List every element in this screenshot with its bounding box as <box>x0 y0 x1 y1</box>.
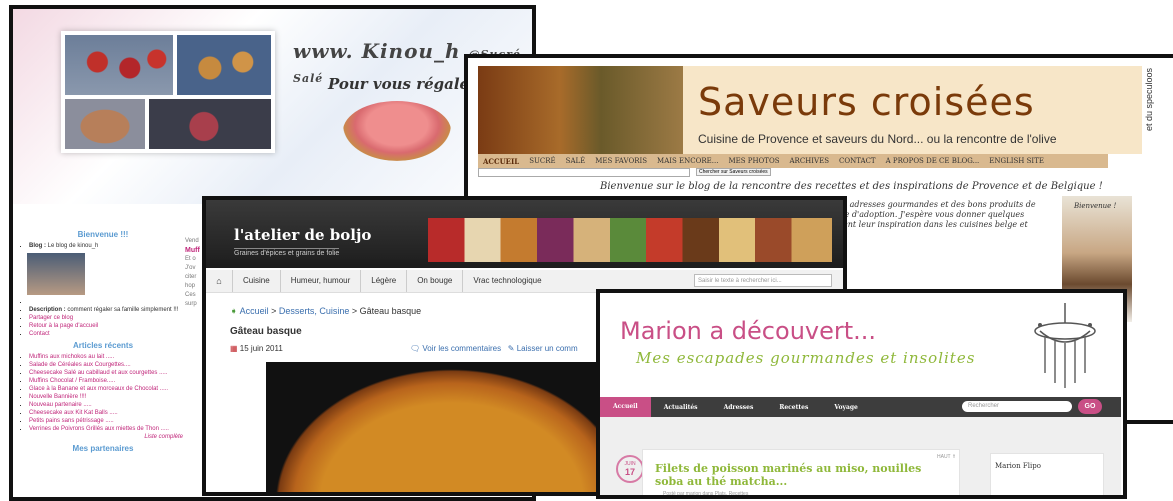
nav-sale[interactable]: SALÉ <box>566 157 586 165</box>
breadcrumb: ➧ Accueil > Desserts, Cuisine > Gâteau b… <box>230 306 422 316</box>
go-button[interactable]: GO <box>1078 399 1102 414</box>
intro-line: , des adresses gourmandes et des bons pr… <box>828 200 1036 209</box>
nav-favoris[interactable]: MES FAVORIS <box>595 157 647 165</box>
home-icon[interactable]: ⌂ <box>206 276 232 286</box>
menu-item[interactable]: Légère <box>360 270 406 292</box>
menu-item[interactable]: Cuisine <box>232 270 280 292</box>
recent-articles-list: Muffins aux michokos au lait ..... Salad… <box>23 353 183 433</box>
back-to-top-link[interactable]: HAUT ⇑ <box>937 454 956 460</box>
kinou-photo-collage <box>61 31 275 153</box>
kinou-header-banner: www. Kinou_h @Sucré Salé Pour vous régal… <box>13 9 532 204</box>
site-title[interactable]: Saveurs croisées <box>698 80 1035 124</box>
search-button[interactable]: Chercher sur Saveurs croisées <box>696 168 771 176</box>
post-card: HAUT ⇑ Filets de poisson marinés au miso… <box>642 449 960 497</box>
leave-comment-link[interactable]: Laisser un comm <box>517 344 578 353</box>
recent-article-link[interactable]: Salade de Céréales aux Courgettes.... <box>29 361 183 369</box>
welcome-text: Bienvenue sur le blog de la rencontre de… <box>600 181 1103 192</box>
menu-item[interactable]: Vrac technologique <box>462 270 551 292</box>
description-item: Description : comment régaler sa famille… <box>29 306 183 314</box>
partners-heading: Mes partenaires <box>72 444 134 453</box>
breadcrumb-category[interactable]: Desserts, Cuisine <box>279 306 350 316</box>
intro-text: , des adresses gourmandes et des bons pr… <box>828 200 1048 230</box>
recent-article-link[interactable]: Cheesecake aux Kit Kat Balls ..... <box>29 409 183 417</box>
sidebar-link[interactable]: Contact <box>29 330 183 338</box>
author-box: Marion Flipo <box>990 453 1104 495</box>
muffin-photo <box>149 99 271 149</box>
marion-blog-screenshot: Marion a découvert... Mes escapades gour… <box>596 289 1127 499</box>
recent-article-link[interactable]: Nouvelle Bannière !!!! <box>29 393 183 401</box>
profile-list: Blog : Le blog de kinou_h <box>23 242 183 250</box>
vertical-caption: et du speculoos <box>1144 68 1154 132</box>
comment-icon: 🗨 <box>410 344 421 353</box>
intro-line: ennent leur inspiration dans les cuisine… <box>828 220 1028 229</box>
site-subtitle: Mes escapades gourmandes et insolites <box>636 349 976 367</box>
welcome-heading: Bienvenue !!! <box>77 230 129 239</box>
intro-line: rique d'adoption. J'espère vous donner q… <box>828 210 1025 219</box>
cookie-photo <box>65 99 145 149</box>
recent-article-link[interactable]: Nouveau partenaire ..... <box>29 401 183 409</box>
post-actions: 🗨 Voir les commentaires ✎ Laisser un com… <box>410 344 578 353</box>
post-date: ▦ 15 juin 2011 <box>230 344 283 353</box>
sidebar-link[interactable]: Partager ce blog <box>29 314 183 322</box>
boljo-slogan: Graines d'épices et grains de folie <box>234 248 340 257</box>
chandelier-icon <box>1034 303 1096 388</box>
nav-english[interactable]: ENGLISH SITE <box>989 157 1044 165</box>
view-comments-link[interactable]: Voir les commentaires <box>422 344 501 353</box>
recent-article-link[interactable]: Muffins Chocolat / Framboise..... <box>29 377 183 385</box>
candy-apples-photo <box>65 35 173 95</box>
nav-recettes[interactable]: Recettes <box>766 404 821 411</box>
breadcrumb-home[interactable]: Accueil <box>240 306 269 316</box>
nav-a-propos[interactable]: A PROPOS DE CE BLOG... <box>886 157 980 165</box>
full-list-link[interactable]: Liste complète <box>23 433 183 441</box>
nav-contact[interactable]: CONTACT <box>839 157 876 165</box>
site-subtitle: Cuisine de Provence et saveurs du Nord..… <box>698 132 1057 146</box>
nav-mais-encore[interactable]: MAIS ENCORE... <box>657 157 718 165</box>
blog-item: Blog : Le blog de kinou_h <box>29 242 183 250</box>
breadcrumb-current: Gâteau basque <box>359 306 422 316</box>
recent-article-link[interactable]: Verrines de Poivrons Grillés aux miettes… <box>29 425 183 433</box>
search-input[interactable]: Rechercher <box>962 401 1072 412</box>
portrait-caption: Bienvenue ! <box>1074 202 1117 210</box>
site-title[interactable]: Marion a découvert... <box>620 317 876 345</box>
calendar-icon: ▦ <box>230 344 238 353</box>
page-title: Gâteau basque <box>230 326 302 337</box>
avatar[interactable] <box>27 253 85 295</box>
nav-archives[interactable]: ARCHIVES <box>790 157 830 165</box>
canneles-photo <box>177 35 271 95</box>
date-badge: JUIN 17 <box>616 455 644 483</box>
nav-accueil[interactable]: ACCUEIL <box>483 157 519 166</box>
recent-articles-heading: Articles récents <box>72 341 134 350</box>
sidebar-link[interactable]: Retour à la page d'accueil <box>29 322 183 330</box>
nav-photos[interactable]: MES PHOTOS <box>728 157 779 165</box>
search-input[interactable] <box>478 168 690 177</box>
edit-icon: ✎ <box>507 344 515 353</box>
author-name: Marion Flipo <box>995 462 1041 470</box>
nav-voyage[interactable]: Voyage <box>821 404 871 411</box>
menu-item[interactable]: Humeur, humour <box>279 270 361 292</box>
boljo-logo[interactable]: l'atelier de boljo <box>234 226 371 244</box>
nav-accueil[interactable]: Accueil <box>600 397 651 417</box>
recent-article-link[interactable]: Cheesecake Salé au cabillaud et aux cour… <box>29 369 183 377</box>
recent-article-link[interactable]: Glace à la Banane et aux morceaux de Cho… <box>29 385 183 393</box>
profile-links: Description : comment régaler sa famille… <box>23 298 183 338</box>
recent-article-link[interactable]: Muffins aux michokos au lait ..... <box>29 353 183 361</box>
arrow-icon: ➧ <box>230 306 238 316</box>
food-strip-photo <box>428 218 832 262</box>
nav-actualites[interactable]: Actualités <box>651 404 711 411</box>
nav-adresses[interactable]: Adresses <box>711 404 767 411</box>
search-input[interactable]: Saisir le texte à rechercher ici... <box>694 274 832 287</box>
nav-sucre[interactable]: SUCRÉ <box>529 157 555 165</box>
kinou-sidebar: Bienvenue !!! Blog : Le blog de kinou_h … <box>23 227 183 456</box>
saveurs-nav: ACCUEIL SUCRÉ SALÉ MES FAVORIS MAIS ENCO… <box>478 154 1108 168</box>
saveurs-banner: Saveurs croisées Cuisine de Provence et … <box>478 66 1142 154</box>
recent-article-link[interactable]: Petits pains sans pétrissage ..... <box>29 417 183 425</box>
post-title[interactable]: Filets de poisson marinés au miso, nouil… <box>655 462 945 488</box>
list-item <box>29 298 183 306</box>
post-byline: Posté par marion dans Plats, Recettes <box>663 491 749 497</box>
menu-item[interactable]: On bouge <box>406 270 462 292</box>
tart-photo <box>343 101 451 161</box>
olive-bread-photo <box>478 66 683 154</box>
boljo-header: l'atelier de boljo Graines d'épices et g… <box>206 200 843 268</box>
gateau-basque-photo <box>266 362 604 492</box>
